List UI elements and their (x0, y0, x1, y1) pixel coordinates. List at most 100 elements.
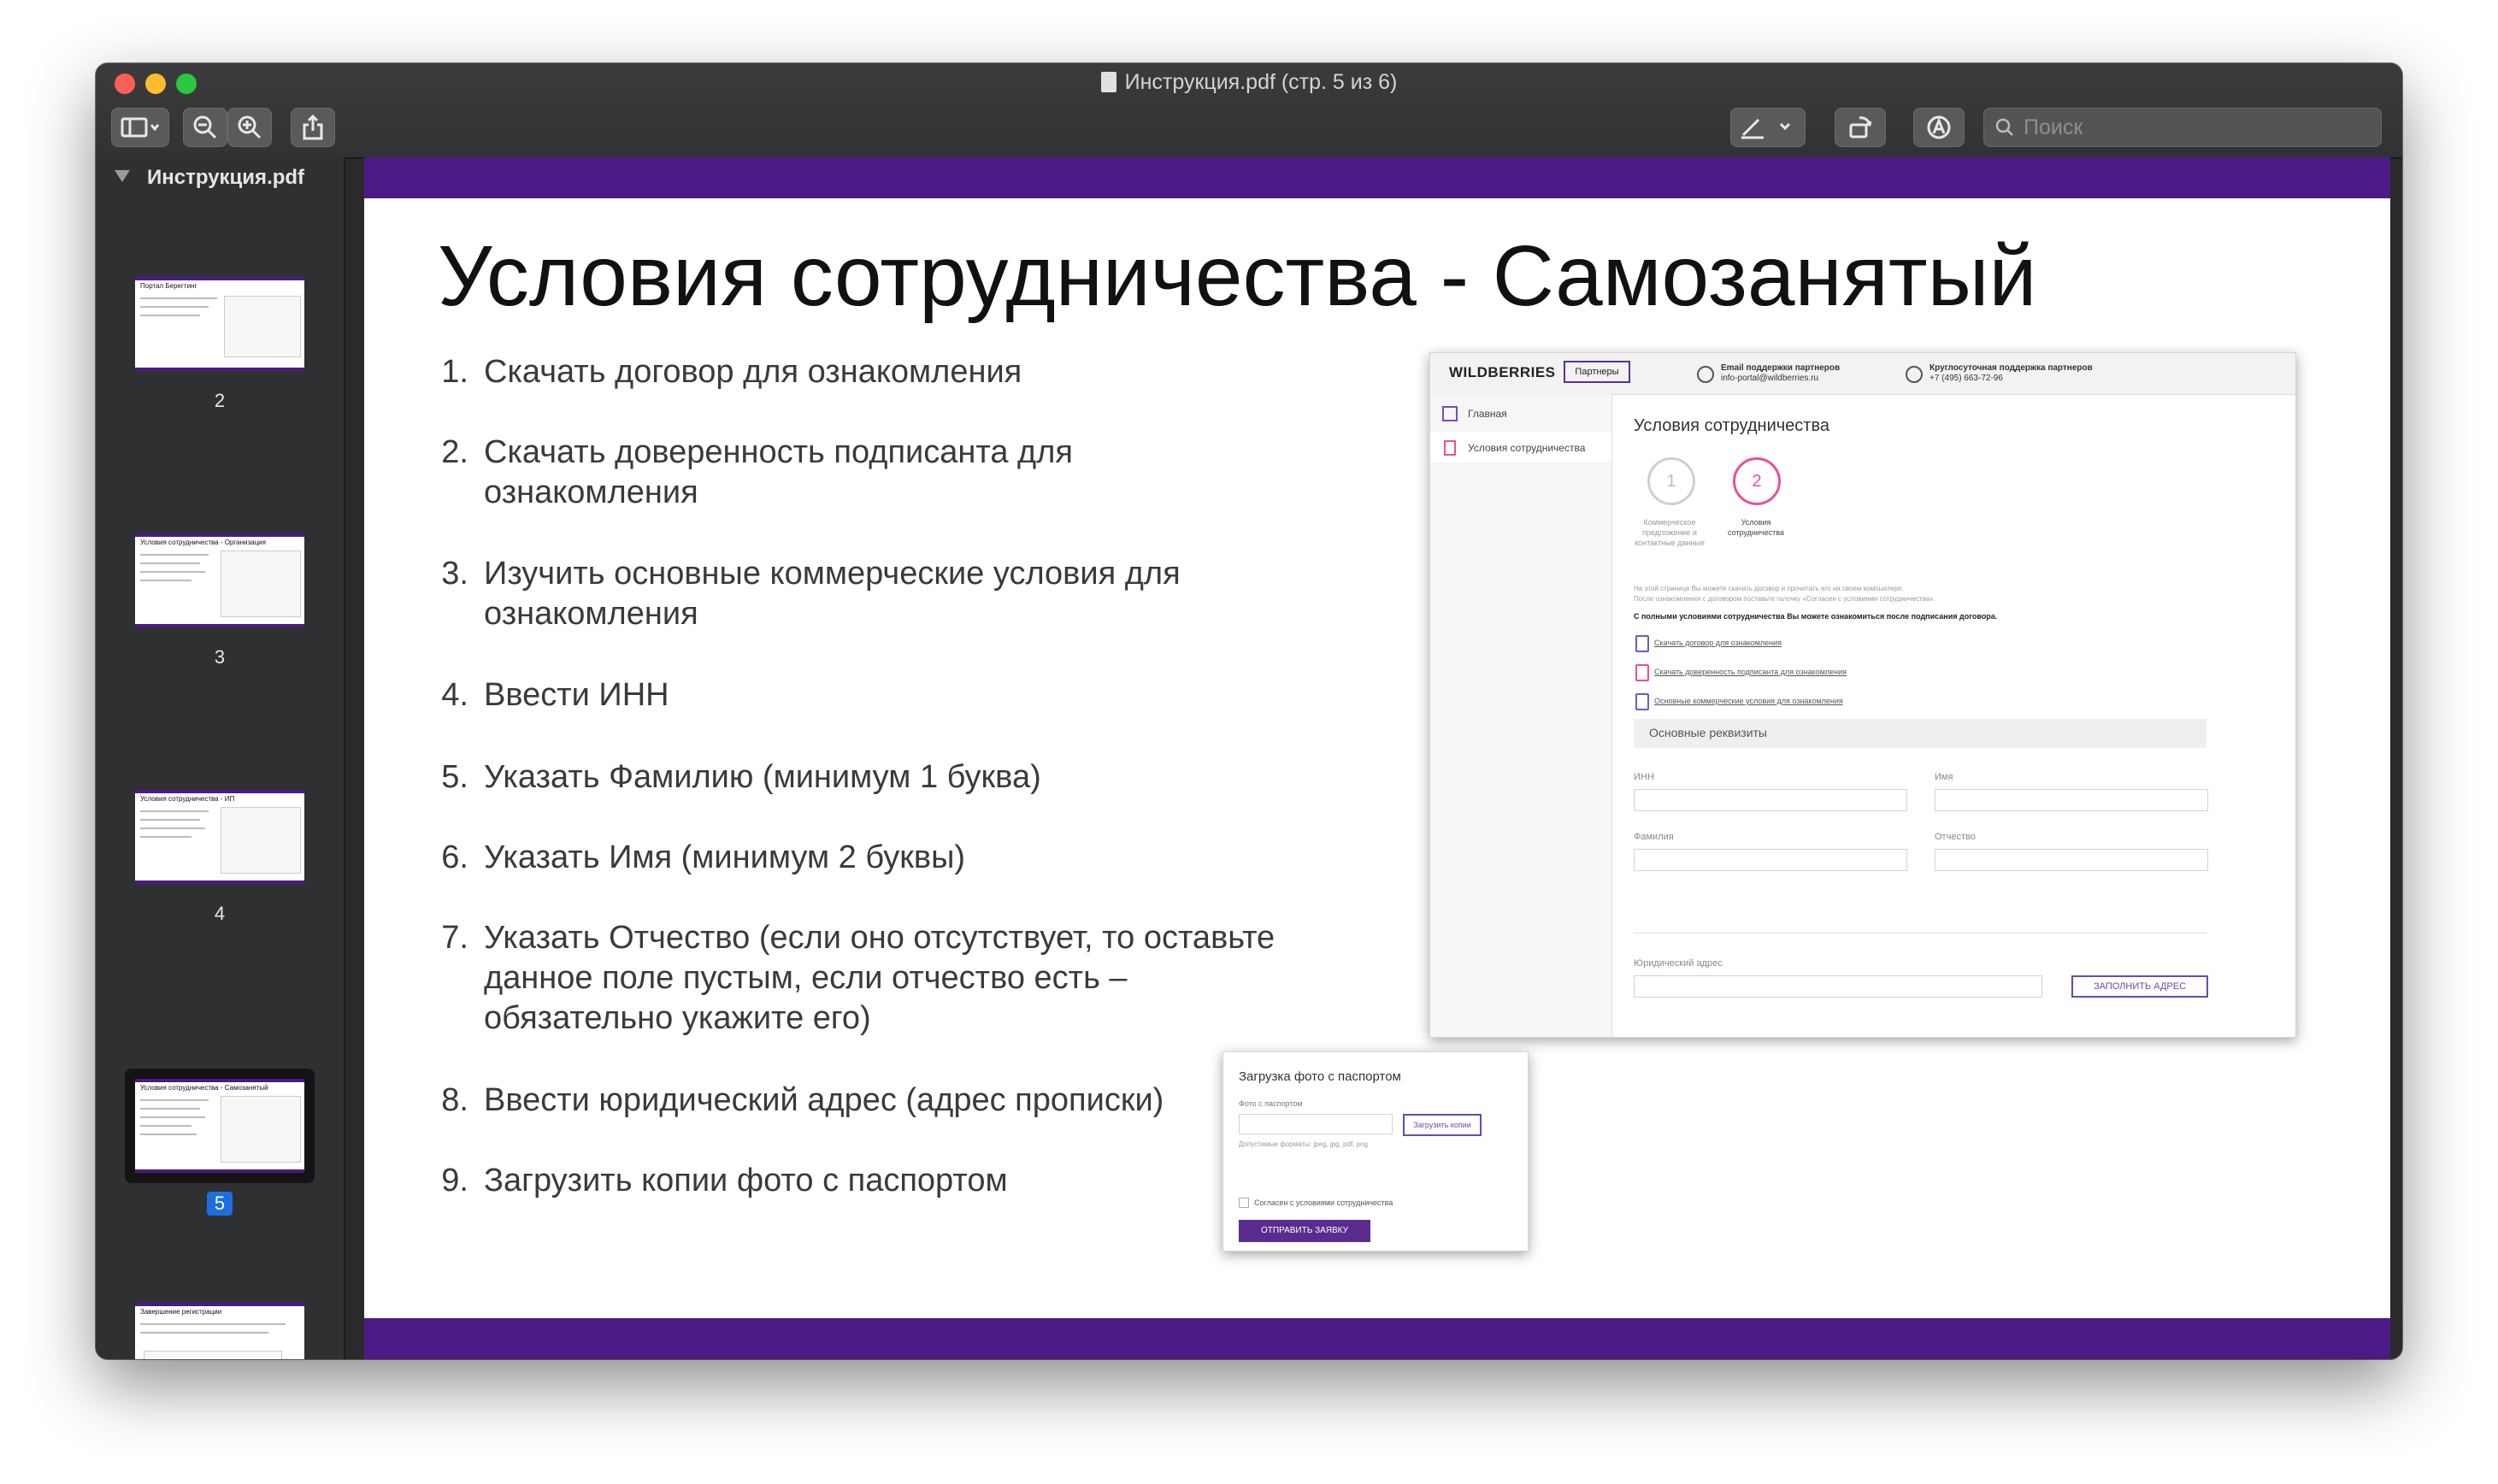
patronymic-label: Отчество (1935, 832, 1976, 842)
rotate-button[interactable] (1835, 108, 1886, 147)
portal-header: WILDBERRIES Партнеры Email поддержки пар… (1430, 353, 2295, 395)
markup-pen-icon (1741, 118, 1791, 139)
name-input[interactable] (1935, 789, 2208, 811)
nav-home: Главная (1468, 408, 1507, 420)
step-label-2: Условия сотрудничества (1728, 518, 1784, 537)
patronymic-input[interactable] (1935, 849, 2208, 871)
submit-application-button[interactable]: ОТПРАВИТЬ ЗАЯВКУ (1239, 1220, 1370, 1242)
document-icon (1100, 72, 1116, 92)
support-phone: +7 (495) 663-72-96 (1929, 374, 2003, 383)
agree-label: Согласен с условиями сотрудничества (1254, 1198, 1393, 1207)
step-number: 1. (441, 354, 468, 390)
sidebar-file-name: Инструкция.pdf (147, 166, 305, 189)
pdf-page: Условия сотрудничества - Самозанятый 1. С… (364, 157, 2390, 1359)
rotate-icon (1849, 116, 1872, 138)
page-footer-band (364, 1318, 2390, 1359)
info-line-1: На этой странице Вы можете скачать догов… (1634, 585, 1904, 592)
share-button[interactable] (291, 108, 335, 147)
step-number: 5. (441, 759, 468, 795)
page-number-5: 5 (194, 1192, 245, 1216)
zoom-out-button[interactable] (183, 108, 227, 147)
download-contract-link[interactable]: Скачать договор для ознакомления (1654, 639, 1782, 647)
inn-input[interactable] (1634, 789, 1907, 811)
photo-label: Фото с паспортом (1239, 1099, 1303, 1108)
page-thumbnail-3[interactable]: Условия сотрудничества - Организация (135, 533, 304, 627)
thumb-line (140, 1116, 205, 1118)
step-text: Скачать договор для ознакомления (484, 354, 1022, 390)
step-number: 9. (441, 1163, 468, 1198)
doc-icon (1635, 693, 1649, 710)
search-icon (1995, 118, 2013, 136)
nav-terms: Условия сотрудничества (1468, 442, 1586, 454)
thumbnail-sidebar[interactable]: Инструкция.pdf Портал Берегтинг 2 Услови… (96, 157, 345, 1359)
thumb-band (135, 1303, 304, 1306)
info-line-2: После ознакомления с договором поставьте… (1634, 595, 1935, 603)
fill-address-button[interactable]: ЗАПОЛНИТЬ АДРЕС (2071, 975, 2208, 998)
disclosure-triangle-icon[interactable] (115, 170, 130, 182)
page-thumbnail-5[interactable]: Условия сотрудничества - Самозанятый (135, 1079, 304, 1173)
zoom-in-button[interactable] (227, 108, 272, 147)
sidebar-file-header[interactable]: Инструкция.pdf (115, 166, 304, 190)
support-email-title: Email поддержки партнеров (1721, 363, 1841, 373)
upload-copies-button[interactable]: Загрузить копии (1403, 1114, 1482, 1136)
address-label: Юридический адрес (1634, 958, 1723, 969)
partners-badge: Партнеры (1564, 361, 1630, 383)
page-thumbnail-2[interactable]: Портал Берегтинг (135, 277, 304, 371)
address-input[interactable] (1634, 975, 2042, 998)
wildberries-logo: WILDBERRIES (1449, 364, 1556, 380)
thumb-band (135, 1169, 304, 1173)
thumb-line (140, 819, 200, 821)
download-proxy-link[interactable]: Скачать доверенность подписанта для озна… (1654, 668, 1847, 676)
window-title-text: Инструкция.pdf (стр. 5 из 6) (1124, 70, 1398, 94)
thumb-line (140, 571, 205, 573)
step-text: Указать Отчество (если оно отсутствует, … (484, 920, 1276, 1036)
thumb-band (135, 624, 304, 627)
formats-hint: Допустимые форматы: jpeg, jpg, pdf, png (1239, 1140, 1368, 1148)
thumb-line (140, 306, 209, 308)
step-number: 3. (441, 556, 468, 592)
commercial-terms-link[interactable]: Основные коммерческие условия для ознако… (1654, 697, 1843, 705)
preview-window: Инструкция.pdf (стр. 5 из 6) Поиск Инстр… (96, 63, 2402, 1359)
step-number: 8. (441, 1082, 468, 1118)
phone-icon (1906, 366, 1923, 383)
page-thumbnail-6[interactable]: Завершение регистрации (135, 1303, 304, 1359)
thumb-screenshot (221, 551, 301, 617)
thumb-line (140, 315, 200, 316)
surname-input[interactable] (1634, 849, 1907, 871)
thumb-line (140, 827, 205, 829)
page-number-4: 4 (214, 903, 226, 924)
title-bar: Инструкция.pdf (стр. 5 из 6) Поиск (96, 63, 2402, 159)
zoom-out-icon (193, 115, 217, 139)
thumb-line (140, 1125, 191, 1127)
thumb-line (140, 297, 217, 299)
photo-file-input[interactable] (1239, 1114, 1393, 1134)
step-circle-1: 1 (1647, 457, 1695, 505)
search-field[interactable]: Поиск (1983, 108, 2382, 147)
thumb-line (140, 1332, 268, 1334)
sidebar-toggle-button[interactable] (111, 108, 169, 147)
section-title: Основные реквизиты (1649, 726, 1767, 739)
thumb-band (135, 368, 304, 371)
thumb-line (140, 1108, 200, 1110)
thumb-line (140, 810, 209, 812)
step-text: Ввести юридический адрес (адрес прописки… (484, 1082, 1164, 1118)
search-placeholder: Поиск (2024, 115, 2083, 139)
upload-heading: Загрузка фото с паспортом (1239, 1069, 1401, 1084)
support-email: info-portal@wildberries.ru (1721, 374, 1819, 383)
step-label-1: Коммерческое предложение и контактные да… (1635, 518, 1705, 547)
step-text: Изучить основные коммерческие условия дл… (484, 556, 1181, 632)
page-thumbnail-4[interactable]: Условия сотрудничества - ИП (135, 790, 304, 884)
doc-icon (1635, 664, 1649, 681)
thumb-band (135, 880, 304, 884)
agree-checkbox[interactable] (1239, 1198, 1249, 1208)
thumb-title: Завершение регистрации (140, 1308, 222, 1316)
annotate-button[interactable] (1913, 108, 1965, 147)
portal-heading: Условия сотрудничества (1634, 416, 1829, 435)
portal-form-screenshot: WILDBERRIES Партнеры Email поддержки пар… (1429, 352, 2296, 1038)
email-icon (1697, 366, 1714, 383)
window-title: Инструкция.pdf (стр. 5 из 6) (96, 70, 2402, 95)
thumb-title: Условия сотрудничества - Организация (140, 539, 266, 546)
markup-button[interactable] (1730, 108, 1806, 147)
step-number: 6. (441, 839, 468, 875)
sidebar-toggle-icon (121, 117, 160, 138)
